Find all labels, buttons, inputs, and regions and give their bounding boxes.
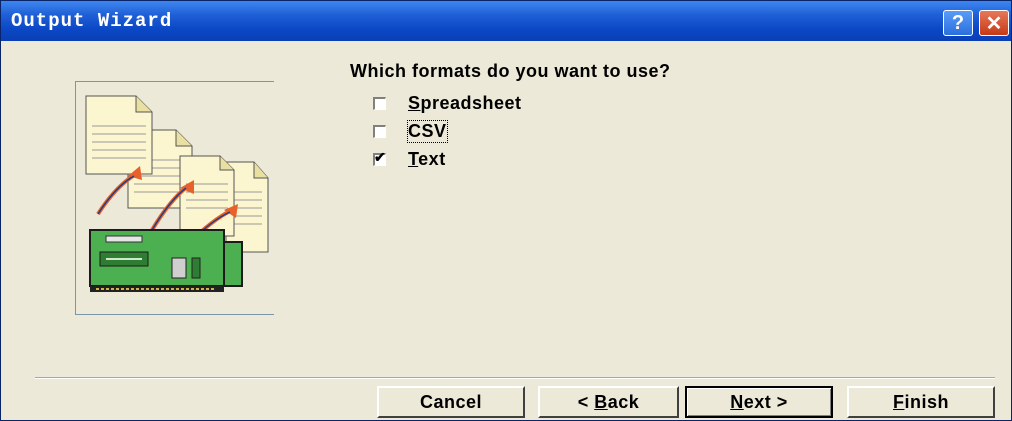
back-button[interactable]: < Back xyxy=(538,386,679,418)
text-checkbox[interactable]: ✔ xyxy=(373,149,386,166)
spreadsheet-checkbox[interactable] xyxy=(373,97,386,110)
circuit-board-icon xyxy=(89,229,243,292)
window-title: Output Wizard xyxy=(11,10,173,32)
documents-to-chip-illustration-icon xyxy=(85,95,269,292)
button-separator xyxy=(35,377,995,379)
output-wizard-window: Output Wizard ? ✕ Which formats do you w… xyxy=(0,0,1012,421)
text-option[interactable]: ✔ Text xyxy=(373,149,446,170)
next-button[interactable]: Next > xyxy=(685,386,833,418)
spreadsheet-option[interactable]: Spreadsheet xyxy=(373,93,522,114)
csv-checkbox[interactable] xyxy=(373,125,386,138)
close-button[interactable]: ✕ xyxy=(979,10,1009,36)
help-button[interactable]: ? xyxy=(943,10,973,36)
cancel-button[interactable]: Cancel xyxy=(377,386,525,418)
csv-label[interactable]: CSV xyxy=(407,120,448,143)
help-icon: ? xyxy=(951,11,965,34)
document-icon xyxy=(85,95,153,175)
document-icon xyxy=(179,155,235,237)
spreadsheet-label[interactable]: Spreadsheet xyxy=(408,93,522,114)
formats-question: Which formats do you want to use? xyxy=(350,61,671,81)
text-label[interactable]: Text xyxy=(408,149,446,170)
title-bar[interactable]: Output Wizard ? ✕ xyxy=(1,1,1011,41)
wizard-illustration xyxy=(75,81,274,315)
csv-option[interactable]: CSV xyxy=(373,120,448,143)
close-icon: ✕ xyxy=(985,12,1003,35)
checkmark-icon: ✔ xyxy=(374,149,386,165)
finish-button[interactable]: Finish xyxy=(847,386,995,418)
